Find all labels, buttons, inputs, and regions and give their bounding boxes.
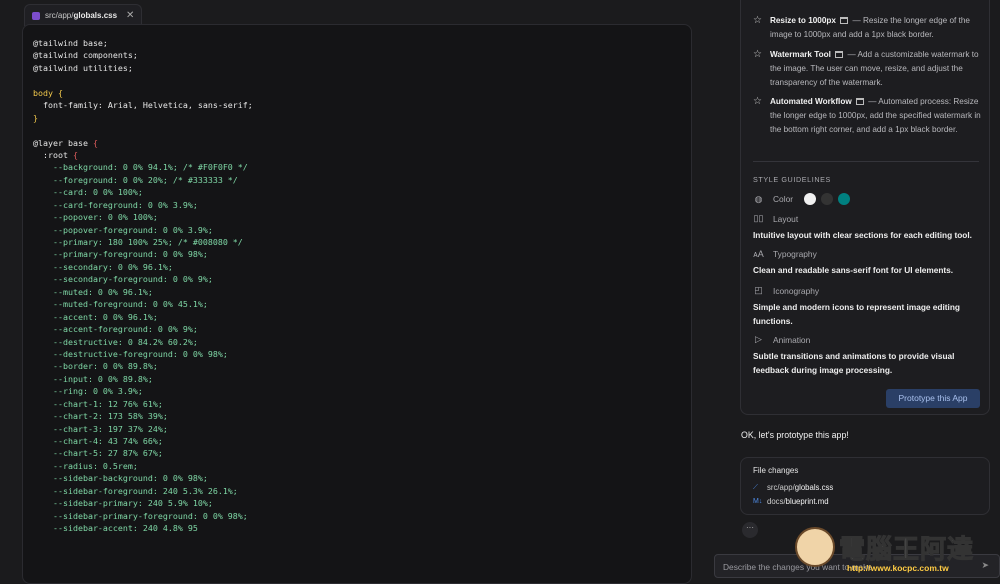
code-line[interactable]: --secondary-foreground: 0 0% 9%; [33, 273, 253, 285]
code-line[interactable]: --sidebar-primary-foreground: 0 0% 98%; [33, 510, 253, 522]
guideline-label: Animation [773, 334, 811, 345]
blueprint-panel: ☆ Resize to 1000px — Resize the longer e… [740, 0, 990, 415]
code-line[interactable]: --popover: 0 0% 100%; [33, 211, 253, 223]
typography-icon: ᴀA [753, 249, 764, 259]
code-line[interactable]: --card-foreground: 0 0% 3.9%; [33, 199, 253, 211]
code-line[interactable]: --secondary: 0 0% 96.1%; [33, 261, 253, 273]
tab-label: src/app/globals.css [45, 11, 118, 20]
code-line[interactable]: font-family: Arial, Helvetica, sans-seri… [33, 99, 253, 111]
code-line[interactable]: @tailwind utilities; [33, 62, 253, 74]
css-file-icon [32, 11, 40, 20]
prototype-app-button[interactable]: Prototype this App [886, 389, 980, 408]
file-path: src/app/globals.css [767, 483, 834, 492]
code-line[interactable]: --destructive: 0 84.2% 60.2%; [33, 336, 253, 348]
code-line[interactable]: --border: 0 0% 89.8%; [33, 360, 253, 372]
star-icon: ☆ [753, 15, 762, 26]
code-line[interactable]: @tailwind components; [33, 49, 253, 61]
watermark-url: http://www.kocpc.com.tw [847, 563, 949, 573]
code-line[interactable]: --sidebar-accent: 240 4.8% 95 [33, 522, 253, 534]
code-line[interactable]: --destructive-foreground: 0 0% 98%; [33, 348, 253, 360]
color-swatch-primary [838, 193, 851, 205]
code-line[interactable]: --background: 0 0% 94.1%; /* #F0F0F0 */ [33, 161, 253, 173]
code-line[interactable]: --popover-foreground: 0 0% 3.9%; [33, 224, 253, 236]
play-icon: ▷ [755, 334, 762, 344]
guideline-description: Subtle transitions and animations to pro… [753, 351, 955, 375]
watermark-logo: 電腦王阿達 http://www.kocpc.com.tw [795, 525, 995, 581]
code-line[interactable] [33, 124, 253, 136]
more-options-button[interactable]: ··· [742, 522, 758, 538]
image-icon: ◰ [754, 285, 763, 295]
code-editor[interactable]: @tailwind base; @tailwind components; @tai… [22, 24, 692, 584]
code-line[interactable]: --sidebar-primary: 240 5.9% 10%; [33, 497, 253, 509]
code-line[interactable]: --ring: 0 0% 3.9%; [33, 385, 253, 397]
guideline-iconography: ◰ Iconography [753, 285, 819, 296]
mascot-face-icon [795, 527, 835, 567]
code-line[interactable]: --chart-2: 173 58% 39%; [33, 410, 253, 422]
star-icon: ☆ [753, 96, 762, 107]
file-path: docs/blueprint.md [767, 497, 829, 506]
code-line[interactable]: --foreground: 0 0% 20%; /* #333333 */ [33, 174, 253, 186]
code-line[interactable]: --input: 0 0% 89.8%; [33, 373, 253, 385]
code-line[interactable]: --sidebar-foreground: 240 5.3% 26.1%; [33, 485, 253, 497]
window-icon [855, 98, 864, 105]
code-line[interactable]: --card: 0 0% 100%; [33, 186, 253, 198]
code-line[interactable]: :root { [33, 149, 253, 161]
code-line[interactable]: --primary: 180 100% 25%; /* #008080 */ [33, 236, 253, 248]
code-line[interactable]: } [33, 112, 253, 124]
close-icon[interactable]: ✕ [126, 10, 134, 21]
code-line[interactable]: --accent-foreground: 0 0% 9%; [33, 323, 253, 335]
code-line[interactable]: --chart-5: 27 87% 67%; [33, 447, 253, 459]
guideline-description: Clean and readable sans-serif font for U… [753, 265, 954, 275]
window-icon [835, 51, 844, 58]
code-line[interactable]: --accent: 0 0% 96.1%; [33, 311, 253, 323]
guideline-label: Iconography [773, 285, 820, 296]
color-swatch-foreground [821, 193, 834, 205]
color-swatch-background [804, 193, 817, 205]
guideline-color: ◍ Color [753, 193, 851, 205]
code-line[interactable]: --sidebar-background: 0 0% 98%; [33, 472, 253, 484]
feature-item-watermark: ☆ Watermark Tool — Add a customizable wa… [753, 48, 981, 89]
markdown-file-icon: M↓ [753, 498, 763, 505]
css-file-icon: ⟋ [753, 483, 758, 491]
code-line[interactable]: --muted-foreground: 0 0% 45.1%; [33, 298, 253, 310]
guideline-typography: ᴀA Typography [753, 249, 817, 259]
guideline-description: Simple and modern icons to represent ima… [753, 302, 961, 326]
feature-item-workflow: ☆ Automated Workflow — Automated process… [753, 95, 981, 136]
code-line[interactable]: --primary-foreground: 0 0% 98%; [33, 248, 253, 260]
code-line[interactable]: body { [33, 87, 253, 99]
style-guidelines-title: STYLE GUIDELINES [753, 175, 831, 184]
code-line[interactable]: @tailwind base; [33, 37, 253, 49]
assistant-message: OK, let's prototype this app! [741, 430, 849, 440]
code-line[interactable]: --chart-3: 197 37% 24%; [33, 423, 253, 435]
guideline-label: Color [773, 194, 794, 204]
guideline-animation: ▷ Animation [753, 334, 810, 345]
divider [753, 161, 979, 162]
editor-tabbar: src/app/globals.css ✕ [24, 4, 143, 26]
palette-icon: ◍ [754, 193, 763, 204]
file-item-blueprint-md[interactable]: M↓ docs/blueprint.md [753, 497, 829, 506]
code-line[interactable]: @layer base { [33, 137, 253, 149]
guideline-label: Typography [773, 249, 817, 259]
code-line[interactable]: --chart-1: 12 76% 61%; [33, 398, 253, 410]
code-content[interactable]: @tailwind base; @tailwind components; @tai… [33, 37, 253, 535]
code-line[interactable]: --chart-4: 43 74% 66%; [33, 435, 253, 447]
watermark-brand: 電腦王阿達 [838, 535, 975, 566]
guideline-layout: ▯▯ Layout [753, 213, 799, 224]
file-changes-title: File changes [753, 466, 799, 475]
file-changes-card: File changes ⟋ src/app/globals.css M↓ do… [740, 457, 990, 515]
window-icon [840, 17, 849, 24]
tab-globals-css[interactable]: src/app/globals.css ✕ [24, 4, 143, 26]
code-line[interactable] [33, 74, 253, 86]
feature-item-resize: ☆ Resize to 1000px — Resize the longer e… [753, 14, 981, 42]
code-line[interactable]: --radius: 0.5rem; [33, 460, 253, 472]
star-icon: ☆ [753, 49, 762, 60]
layout-icon: ▯▯ [753, 213, 764, 223]
code-line[interactable]: --muted: 0 0% 96.1%; [33, 286, 253, 298]
file-item-globals-css[interactable]: ⟋ src/app/globals.css [753, 483, 833, 492]
guideline-description: Intuitive layout with clear sections for… [753, 230, 972, 240]
guideline-label: Layout [773, 213, 799, 224]
